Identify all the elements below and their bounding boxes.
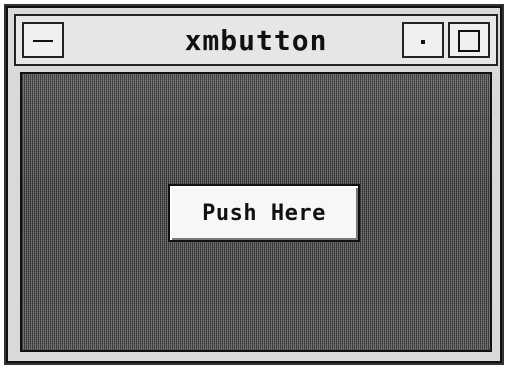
title-bar[interactable]: xmbutton <box>14 14 498 66</box>
window-border-bottom <box>6 361 502 363</box>
app-window: xmbutton Push Here <box>4 4 504 365</box>
window-border-top <box>6 6 502 8</box>
push-here-button-label: Push Here <box>202 201 326 226</box>
maximize-button[interactable] <box>448 22 490 58</box>
iconify-icon <box>421 40 425 44</box>
iconify-button[interactable] <box>402 22 444 58</box>
window-border-right <box>500 6 502 363</box>
maximize-icon <box>458 30 480 52</box>
window-border-left <box>6 6 8 363</box>
push-here-button[interactable]: Push Here <box>168 184 360 242</box>
